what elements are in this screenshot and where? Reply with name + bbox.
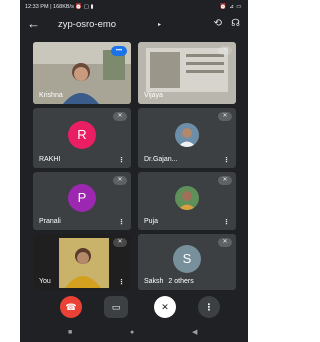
- participant-name: Dr.Gajan...: [144, 156, 178, 163]
- more-options-icon[interactable]: ⋮: [118, 218, 125, 227]
- avatar: [175, 186, 199, 210]
- more-options-icon[interactable]: ⋮: [223, 218, 230, 227]
- participant-tile-rakhi[interactable]: ✕ R RAKHI ⋮: [33, 108, 131, 168]
- recents-button[interactable]: ■: [68, 328, 72, 337]
- participant-tile-vijaya[interactable]: ✕ Vijaya: [138, 42, 236, 104]
- back-button[interactable]: ◀: [192, 328, 197, 337]
- participant-name: Pranali: [39, 218, 61, 225]
- call-controls: ☎ ▭ ✕ ⋮: [20, 293, 248, 323]
- end-call-button[interactable]: ☎: [60, 296, 82, 318]
- mic-off-icon: ✕: [218, 112, 232, 121]
- status-bar: 12:33 PM | 168KB/s ⏰ ▢ ▮ ⏰ ⊿ ▭: [20, 0, 248, 14]
- mic-off-icon: ✕: [113, 176, 127, 185]
- participant-tile-others[interactable]: ✕ S Saksh 2 others: [138, 234, 236, 290]
- participant-name-text: Saksh: [144, 278, 164, 285]
- participant-name: Krishna: [39, 92, 63, 99]
- avatar: R: [68, 121, 96, 149]
- participant-name: Vijaya: [144, 92, 163, 99]
- participant-name: You: [39, 278, 51, 285]
- participant-name: RAKHI: [39, 156, 61, 163]
- participant-name: Puja: [144, 218, 159, 225]
- more-options-icon[interactable]: ⋮: [118, 156, 125, 165]
- participant-name: Saksh 2 others: [144, 277, 194, 286]
- camera-switch-icon[interactable]: ⟲: [214, 18, 222, 29]
- more-options-icon[interactable]: ⋮: [118, 278, 125, 287]
- mic-off-icon: ✕: [113, 112, 127, 121]
- speaking-indicator-icon: •••: [111, 46, 127, 56]
- mic-off-icon: ✕: [113, 238, 127, 247]
- more-options-icon[interactable]: ⋮: [223, 156, 230, 165]
- meeting-header: ← zyp-osro-emo ▸ ⟲ ☊: [20, 14, 248, 36]
- mic-off-icon: ✕: [218, 176, 232, 185]
- meet-screen: 12:33 PM | 168KB/s ⏰ ▢ ▮ ⏰ ⊿ ▭ ← zyp-osr…: [20, 0, 248, 342]
- meeting-code[interactable]: zyp-osro-emo: [58, 19, 116, 31]
- status-left: 12:33 PM | 168KB/s ⏰ ▢ ▮: [25, 4, 94, 10]
- headset-icon[interactable]: ☊: [231, 18, 240, 29]
- more-options-button[interactable]: ⋮: [198, 296, 220, 318]
- participant-tile-you[interactable]: ✕ You ⋮: [33, 234, 131, 290]
- home-button[interactable]: ●: [130, 328, 134, 337]
- avatar: [175, 123, 199, 147]
- participant-tile-krishna[interactable]: ••• Krishna: [33, 42, 131, 104]
- system-nav-bar: ■ ● ◀: [20, 323, 248, 342]
- status-right: ⏰ ⊿ ▭: [219, 4, 242, 10]
- mic-off-icon: ✕: [218, 46, 232, 55]
- participant-tile-puja[interactable]: ✕ Puja ⋮: [138, 172, 236, 230]
- mic-toggle-button[interactable]: ✕: [154, 296, 176, 318]
- avatar: P: [68, 184, 96, 212]
- participant-tile-drgajan[interactable]: ✕ Dr.Gajan... ⋮: [138, 108, 236, 168]
- camera-toggle-button[interactable]: ▭: [104, 296, 128, 318]
- meeting-info-caret-icon[interactable]: ▸: [158, 21, 161, 28]
- arrow-back-icon[interactable]: ←: [27, 17, 40, 31]
- others-count: 2 others: [168, 278, 194, 285]
- mic-off-icon: ✕: [218, 238, 232, 247]
- avatar: S: [173, 245, 201, 273]
- participant-tile-pranali[interactable]: ✕ P Pranali ⋮: [33, 172, 131, 230]
